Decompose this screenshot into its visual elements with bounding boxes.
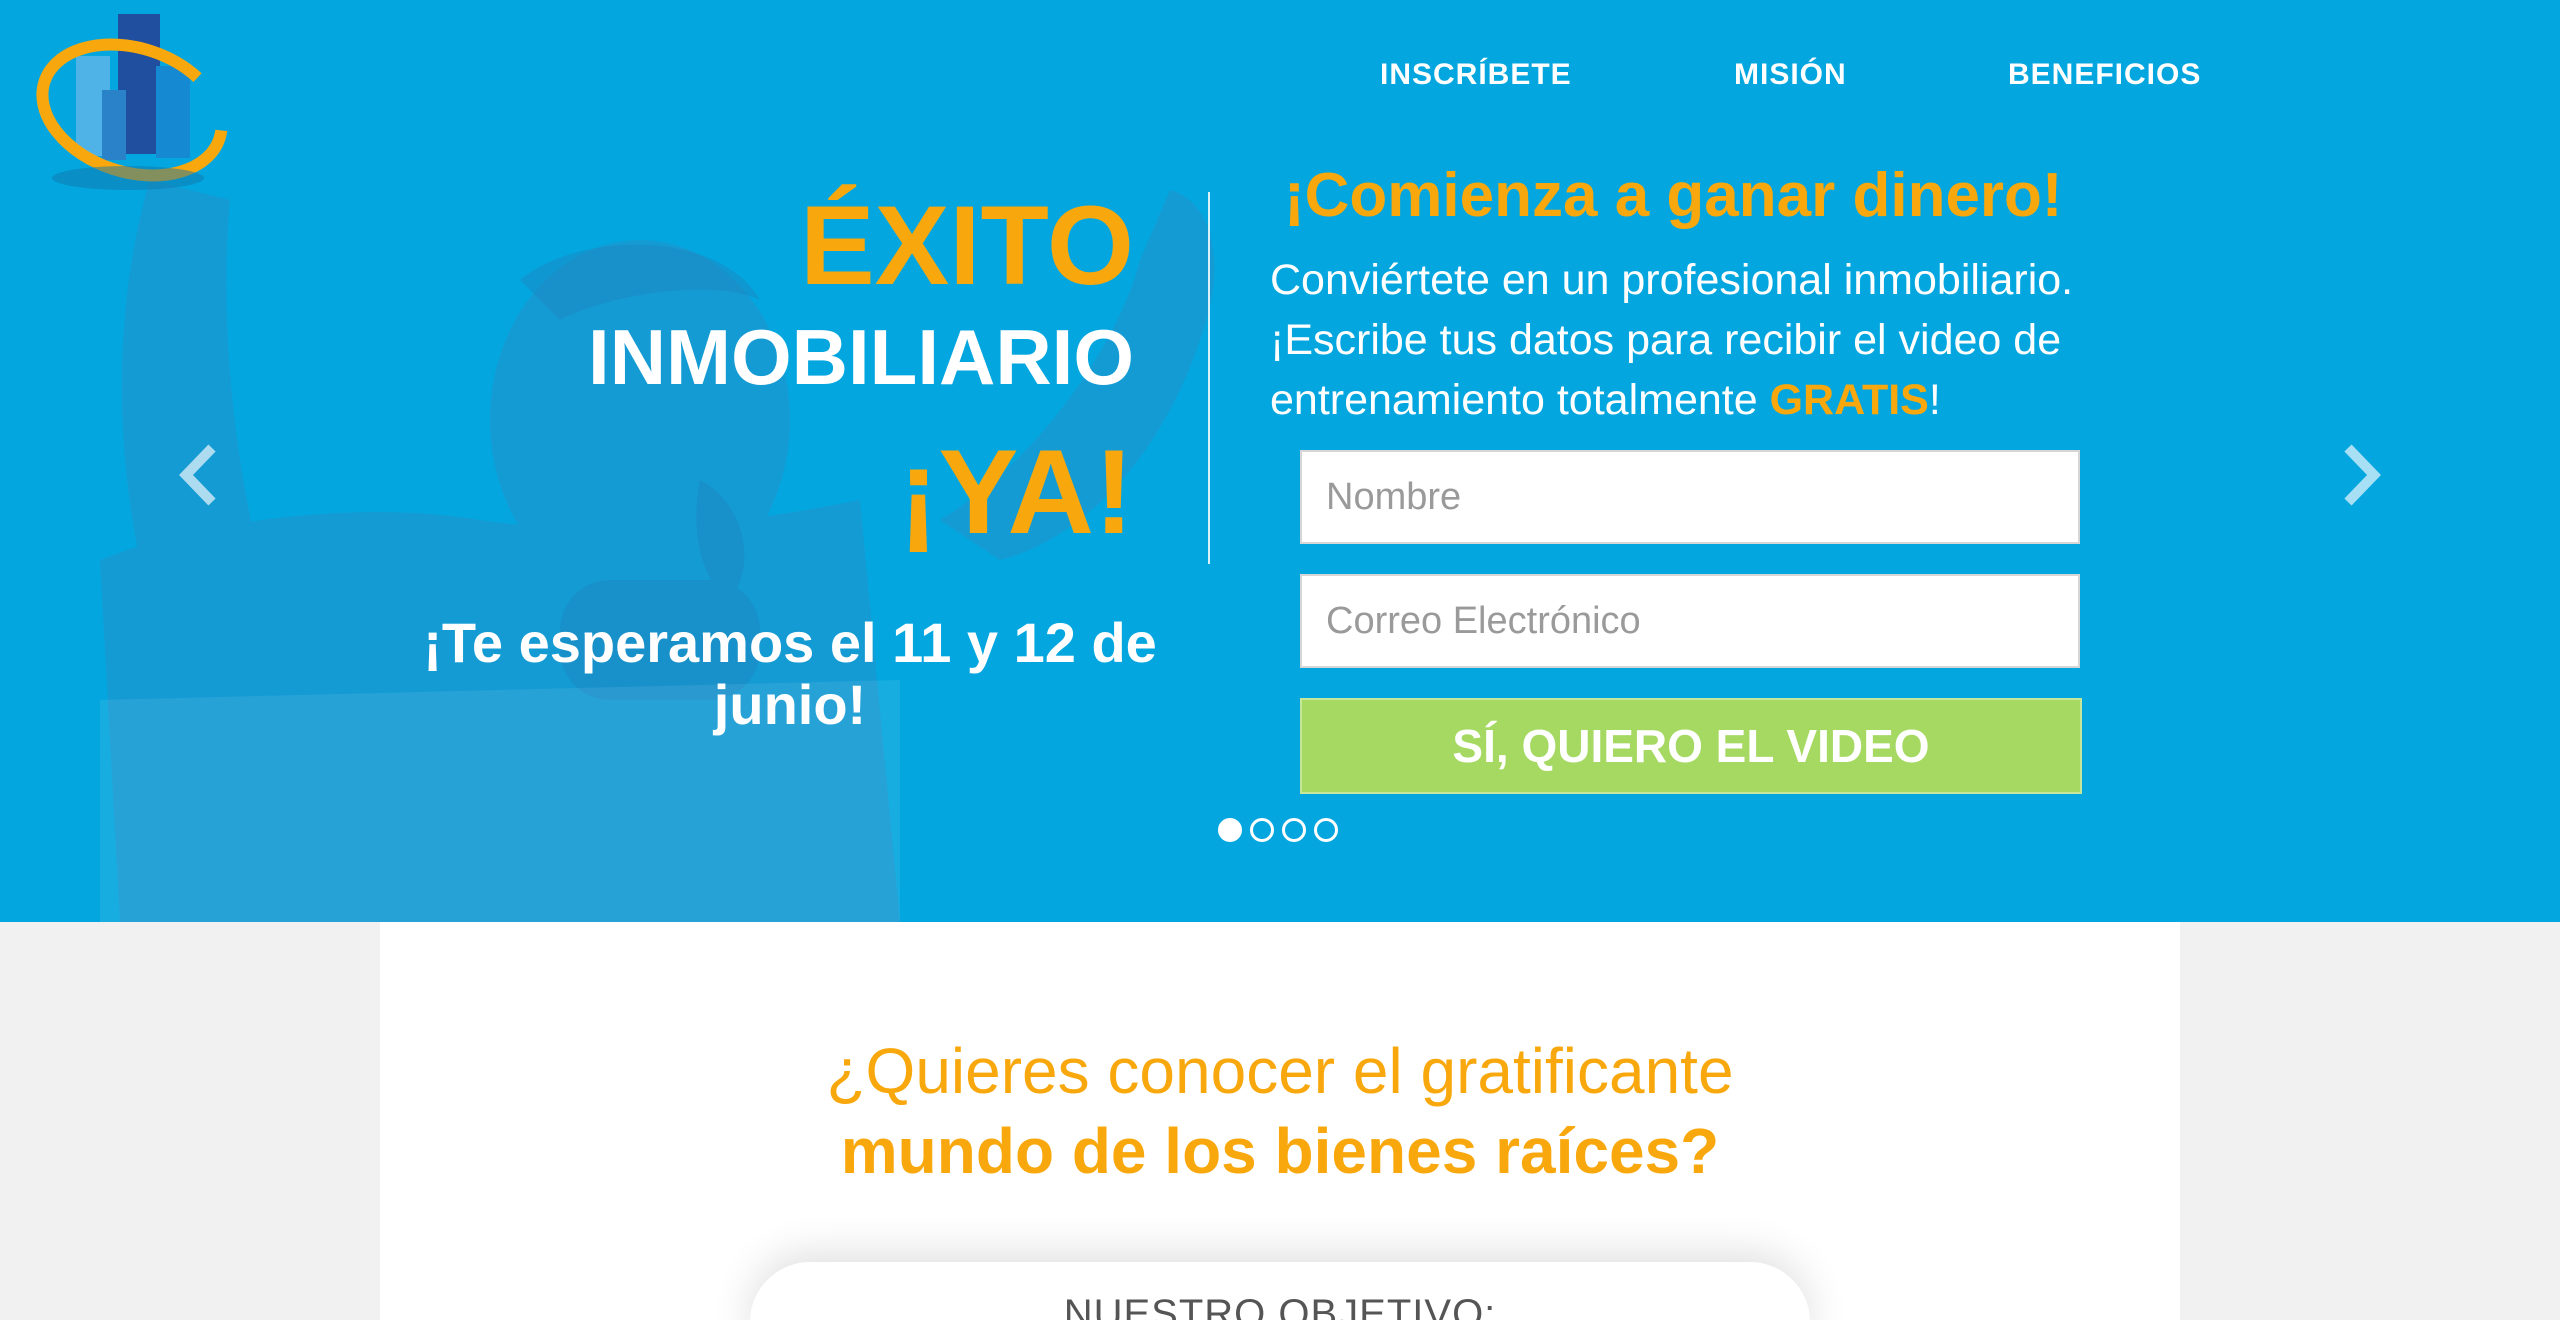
hero-banner: INSCRÍBETE MISIÓN BENEFICIOS ÉXITO INMOB…	[0, 0, 2560, 922]
brand-logo[interactable]	[28, 10, 228, 190]
question-line-1: ¿Quieres conocer el gratificante	[826, 1035, 1734, 1107]
chevron-left-icon[interactable]	[170, 440, 230, 510]
carousel-dot-4[interactable]	[1314, 818, 1338, 842]
objective-title: NUESTRO OBJETIVO:	[1063, 1292, 1497, 1320]
question-line-2: mundo de los bienes raíces?	[840, 1115, 1720, 1187]
offer-description: Conviértete en un profesional inmobiliar…	[1270, 250, 2130, 430]
offer-line-2: ¡Escribe tus datos para recibir el video…	[1270, 316, 2062, 424]
carousel-indicators	[1218, 818, 1338, 842]
submit-video-button[interactable]: SÍ, QUIERO EL VIDEO	[1300, 698, 2082, 794]
offer-title: ¡Comienza a ganar dinero!	[1284, 161, 2063, 230]
headline-inmobiliario: INMOBILIARIO	[588, 313, 1134, 401]
offer-end: !	[1928, 376, 1941, 424]
vertical-divider	[1208, 192, 1210, 564]
nav-mision[interactable]: MISIÓN	[1734, 58, 1847, 92]
offer-gratis: GRATIS	[1769, 376, 1929, 424]
carousel-dot-1[interactable]	[1218, 818, 1242, 842]
carousel-dot-2[interactable]	[1250, 818, 1274, 842]
chevron-right-icon[interactable]	[2330, 440, 2390, 510]
offer-line-1: Conviértete en un profesional inmobiliar…	[1270, 256, 2074, 304]
headline-exito: ÉXITO	[799, 183, 1134, 308]
nav-inscribete[interactable]: INSCRÍBETE	[1380, 58, 1572, 92]
headline-ya: ¡YA!	[898, 425, 1134, 559]
nav-beneficios[interactable]: BENEFICIOS	[2008, 58, 2201, 92]
top-navigation: INSCRÍBETE MISIÓN BENEFICIOS	[0, 58, 2560, 98]
email-input[interactable]	[1300, 574, 2080, 668]
hero-background-image	[100, 180, 1215, 922]
carousel-dot-3[interactable]	[1282, 818, 1306, 842]
name-input[interactable]	[1300, 450, 2080, 544]
event-date-text: ¡Te esperamos el 11 y 12 de junio!	[423, 611, 1157, 736]
intro-section: ¿Quieres conocer el gratificante mundo d…	[380, 922, 2180, 1320]
